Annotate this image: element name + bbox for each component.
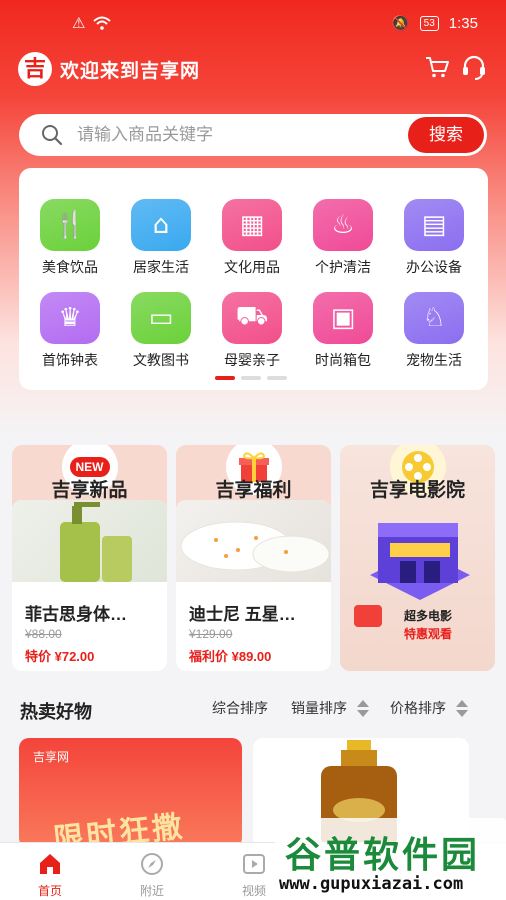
category-2[interactable]: ▦ 文化用品	[212, 199, 292, 277]
app-logo: 吉	[18, 52, 52, 86]
category-3[interactable]: ♨ 个护清洁	[303, 199, 383, 277]
product-image	[12, 500, 167, 582]
category-7[interactable]: ⛟ 母婴亲子	[212, 292, 292, 370]
utensils-icon: 🍴	[40, 199, 100, 251]
tab-label: 附近	[139, 884, 164, 898]
play-icon	[243, 854, 265, 874]
product-name: 迪士尼 五星…	[189, 605, 296, 624]
category-label: 宠物生活	[406, 352, 462, 368]
top-bar: 吉 欢迎来到吉享网	[0, 46, 506, 94]
category-label: 居家生活	[133, 259, 189, 275]
book-icon: ▭	[131, 292, 191, 344]
office-icon: ▤	[404, 199, 464, 251]
stroller-icon: ⛟	[222, 292, 282, 344]
ticket-icon	[354, 605, 382, 627]
category-label: 文教图书	[133, 352, 189, 368]
sale-price: 特价 ¥72.00	[25, 649, 95, 664]
product-card[interactable]: 迪士尼 五星… ¥129.00 福利价 ¥89.00	[176, 500, 331, 671]
category-label: 文化用品	[224, 259, 280, 275]
tab-home[interactable]: 首页	[20, 843, 80, 899]
watermark-text: 谷普软件园	[285, 835, 481, 876]
page-title: 欢迎来到吉享网	[60, 61, 201, 82]
sort-price[interactable]: 价格排序	[390, 698, 468, 718]
search-button[interactable]: 搜索	[408, 117, 484, 153]
tab-nearby[interactable]: 附近	[122, 843, 182, 899]
original-price: ¥129.00	[189, 627, 233, 641]
category-label: 首饰钟表	[42, 352, 98, 368]
category-4[interactable]: ▤ 办公设备	[394, 199, 474, 277]
pet-icon: ♘	[404, 292, 464, 344]
category-label: 母婴亲子	[224, 352, 280, 368]
category-grid: 🍴 美食饮品 ⌂ 居家生活 ▦ 文化用品 ♨ 个护清洁 ▤ 办公设备 ♛ 首饰钟表 ▭ 文教图书 ⛟ 母婴亲子…	[19, 168, 488, 390]
category-label: 时尚箱包	[315, 352, 371, 368]
product-image	[176, 500, 331, 582]
product-card[interactable]: 菲古思身体… ¥88.00 特价 ¥72.00	[12, 500, 167, 671]
banner-text: 限时狂撒	[52, 810, 187, 848]
cart-icon[interactable]	[424, 54, 450, 80]
promo-title: 吉享福利	[215, 480, 292, 501]
promo-title: 吉享新品	[51, 480, 128, 501]
calendar-icon: ▦	[222, 199, 282, 251]
sort-arrows-icon	[456, 699, 468, 717]
promo-new-products[interactable]: NEW 吉享新品 菲古思身体… ¥88.00 特价 ¥72.00	[12, 445, 167, 671]
alert-icon: ⚠	[72, 15, 86, 32]
customer-service-icon[interactable]	[460, 54, 488, 82]
product-name: 菲古思身体…	[25, 605, 127, 624]
mute-icon: 🔕	[390, 15, 410, 32]
hot-section-title: 热卖好物	[20, 702, 92, 722]
hot-item-banner[interactable]: 吉享网 限时狂撒	[19, 738, 242, 848]
sort-arrows-icon	[357, 699, 369, 717]
category-9[interactable]: ♘ 宠物生活	[394, 292, 474, 370]
category-8[interactable]: ▣ 时尚箱包	[303, 292, 383, 370]
perfume-icon: ♨	[313, 199, 373, 251]
battery-indicator: 53	[419, 15, 439, 31]
cinema-line2: 特惠观看	[404, 627, 453, 641]
banner-brand: 吉享网	[33, 750, 70, 764]
search-bar: 搜索	[19, 114, 487, 156]
original-price: ¥88.00	[25, 627, 62, 641]
cinema-building-illustration	[370, 523, 470, 600]
watermark-url: www.gupuxiazai.com	[279, 874, 464, 894]
category-5[interactable]: ♛ 首饰钟表	[30, 292, 110, 370]
status-bar: ⚠ 🔕 53 1:35	[0, 0, 506, 46]
promo-cinema[interactable]: 吉享电影院 超多电影 特惠观看	[340, 445, 495, 671]
cinema-line1: 超多电影	[404, 609, 453, 623]
category-6[interactable]: ▭ 文教图书	[121, 292, 201, 370]
wifi-icon	[93, 16, 112, 30]
category-1[interactable]: ⌂ 居家生活	[121, 199, 201, 277]
category-label: 个护清洁	[315, 259, 371, 275]
category-0[interactable]: 🍴 美食饮品	[30, 199, 110, 277]
sort-sales[interactable]: 销量排序	[291, 698, 369, 718]
page-indicator	[215, 376, 287, 380]
category-label: 美食饮品	[42, 259, 98, 275]
sort-comprehensive[interactable]: 综合排序	[212, 698, 268, 718]
luggage-icon: ▣	[313, 292, 373, 344]
compass-icon	[141, 853, 163, 875]
status-time: 1:35	[448, 14, 478, 32]
search-icon	[42, 125, 63, 146]
promo-welfare[interactable]: 吉享福利 迪士尼 五星… ¥129.00 福利价 ¥89.00	[176, 445, 331, 671]
home-icon: ⌂	[131, 199, 191, 251]
watermark: 谷普软件园 www.gupuxiazai.com	[275, 818, 506, 900]
promo-title: 吉享电影院	[369, 480, 465, 501]
tab-label: 首页	[37, 884, 62, 898]
home-icon	[40, 854, 60, 874]
crown-icon: ♛	[40, 292, 100, 344]
category-label: 办公设备	[406, 259, 462, 275]
sale-price: 福利价 ¥89.00	[189, 649, 272, 664]
search-input[interactable]	[77, 120, 407, 150]
